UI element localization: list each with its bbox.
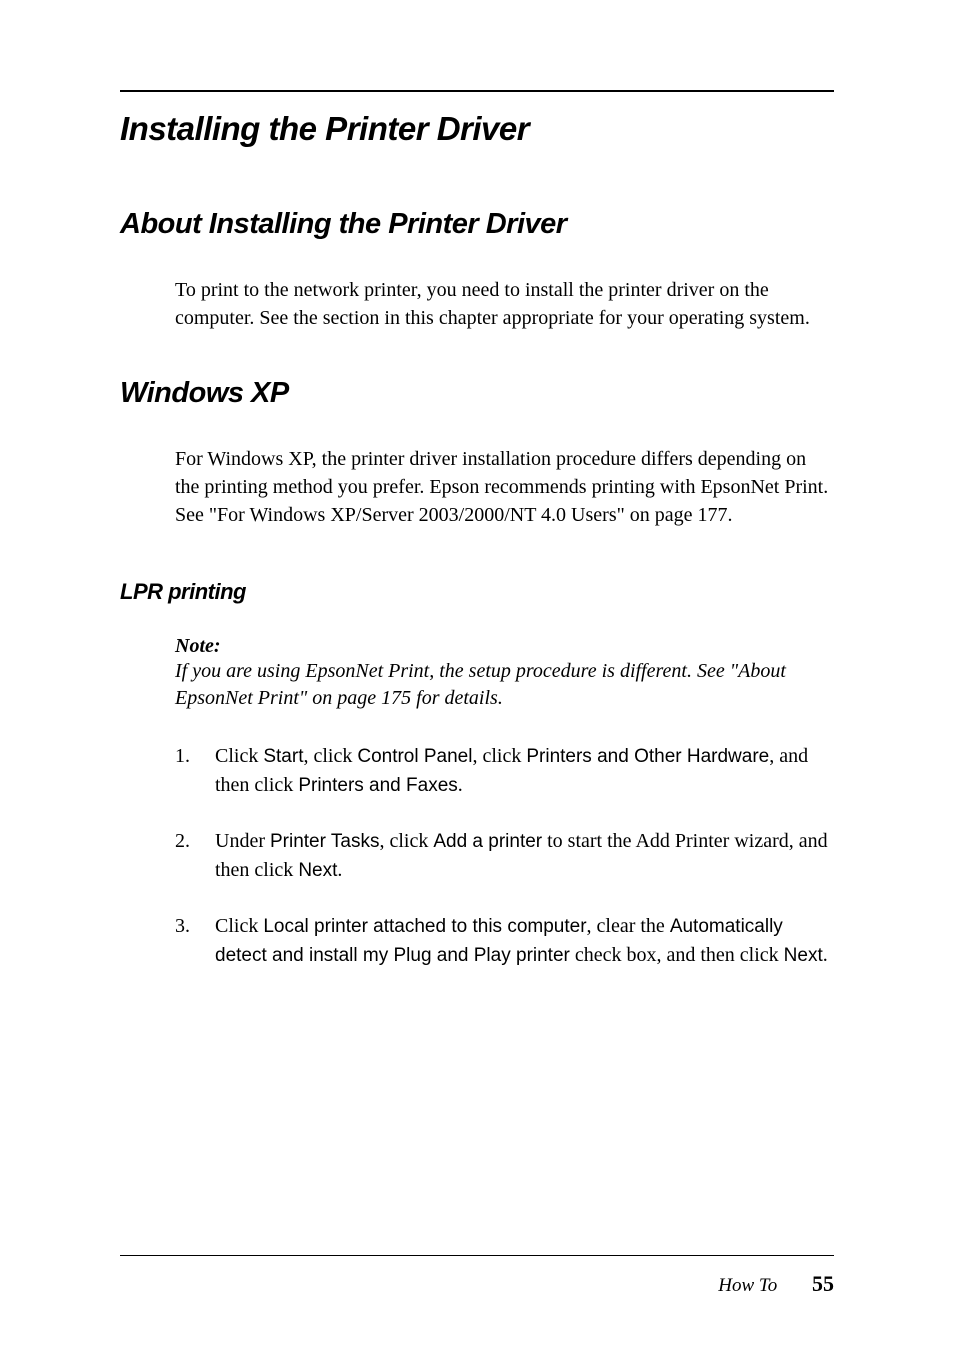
footer-section-label: How To <box>718 1275 777 1296</box>
list-item: 2.Under Printer Tasks, click Add a print… <box>175 827 834 884</box>
section-body-about: To print to the network printer, you nee… <box>175 276 834 332</box>
text-run: , click <box>303 745 357 767</box>
section-heading-about: About Installing the Printer Driver <box>120 208 834 241</box>
top-rule <box>120 90 834 92</box>
ui-term: Printers and Other Hardware <box>526 746 769 767</box>
subsection-heading-lpr: LPR printing <box>120 579 834 605</box>
list-item-content: Click Start, click Control Panel, click … <box>215 742 834 799</box>
list-item: 1.Click Start, click Control Panel, clic… <box>175 742 834 799</box>
ordered-steps: 1.Click Start, click Control Panel, clic… <box>175 742 834 970</box>
ui-term: Printers and Faxes <box>298 775 457 796</box>
text-run: , clear the <box>587 915 670 937</box>
text-run: , click <box>379 830 433 852</box>
ui-term: Control Panel <box>357 746 472 767</box>
text-run: . <box>458 774 463 796</box>
text-run: , click <box>472 745 526 767</box>
note-text: If you are using EpsonNet Print, the set… <box>175 658 834 712</box>
list-item-content: Under Printer Tasks, click Add a printer… <box>215 827 834 884</box>
section-heading-winxp: Windows XP <box>120 377 834 410</box>
text-run: . <box>823 944 828 966</box>
ui-term: Local printer attached to this computer <box>263 916 586 937</box>
list-item: 3.Click Local printer attached to this c… <box>175 912 834 969</box>
note-label: Note: <box>175 635 834 658</box>
ui-term: Printer Tasks <box>270 831 379 852</box>
ui-term: Next <box>784 945 823 966</box>
text-run: Click <box>215 915 263 937</box>
ui-term: Next <box>298 860 337 881</box>
text-run: Click <box>215 745 263 767</box>
list-item-number: 2. <box>175 827 215 884</box>
list-item-number: 1. <box>175 742 215 799</box>
list-item-content: Click Local printer attached to this com… <box>215 912 834 969</box>
section-body-winxp: For Windows XP, the printer driver insta… <box>175 445 834 529</box>
main-heading: Installing the Printer Driver <box>120 110 834 148</box>
ui-term: Add a printer <box>433 831 542 852</box>
page-footer: How To 55 <box>120 1255 834 1297</box>
list-item-number: 3. <box>175 912 215 969</box>
text-run: . <box>337 859 342 881</box>
text-run: check box, and then click <box>570 944 784 966</box>
ui-term: Start <box>263 746 303 767</box>
footer-rule <box>120 1255 834 1256</box>
footer-page-number: 55 <box>812 1271 834 1296</box>
note-block: Note: If you are using EpsonNet Print, t… <box>175 635 834 712</box>
text-run: Under <box>215 830 270 852</box>
